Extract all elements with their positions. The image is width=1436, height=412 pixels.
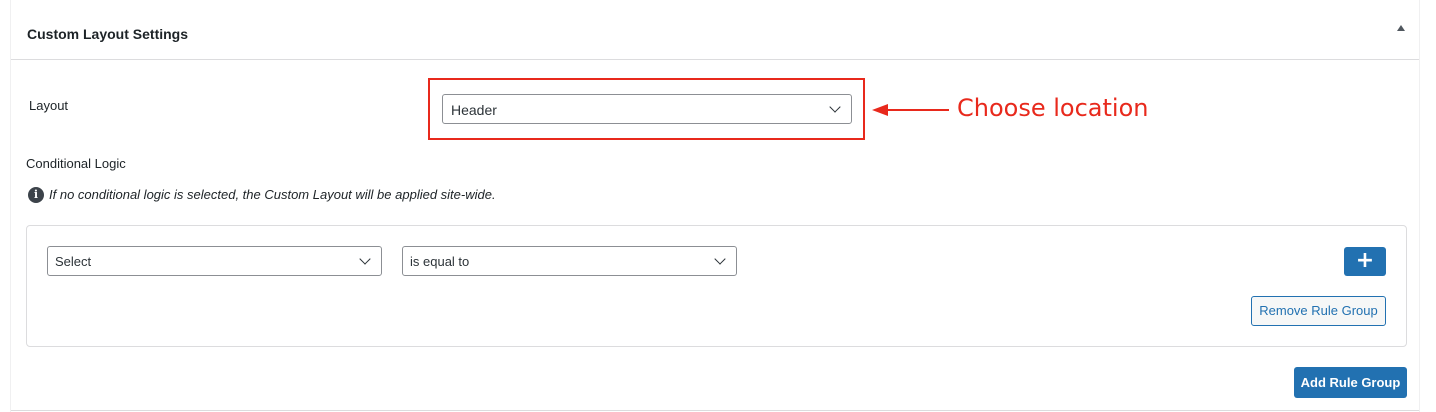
rule-operator-value: is equal to: [410, 254, 470, 269]
info-icon: i: [28, 187, 44, 203]
remove-rule-group-button[interactable]: Remove Rule Group: [1251, 296, 1386, 326]
annotation-arrow-line: [885, 109, 949, 111]
rule-condition-select[interactable]: Select: [47, 246, 382, 276]
custom-layout-settings-panel: Custom Layout Settings Layout Header Con…: [10, 0, 1420, 412]
annotation-text: Choose location: [957, 94, 1149, 122]
rule-condition-value: Select: [55, 254, 92, 269]
annotation-highlight-box: [428, 78, 865, 140]
rule-group: Select is equal to + Remove Rule Group: [26, 225, 1407, 347]
chevron-down-icon: [359, 253, 371, 265]
info-message: If no conditional logic is selected, the…: [49, 187, 496, 202]
collapse-triangle-icon[interactable]: [1397, 25, 1405, 31]
conditional-logic-label: Conditional Logic: [26, 156, 126, 171]
rule-operator-select[interactable]: is equal to: [402, 246, 737, 276]
panel-title: Custom Layout Settings: [27, 26, 189, 42]
add-rule-group-button[interactable]: Add Rule Group: [1294, 367, 1407, 398]
chevron-down-icon: [714, 253, 726, 265]
layout-label: Layout: [29, 98, 69, 113]
panel-header[interactable]: Custom Layout Settings: [11, 0, 1419, 60]
add-rule-button[interactable]: +: [1344, 247, 1386, 276]
panel-divider: [11, 410, 1419, 411]
